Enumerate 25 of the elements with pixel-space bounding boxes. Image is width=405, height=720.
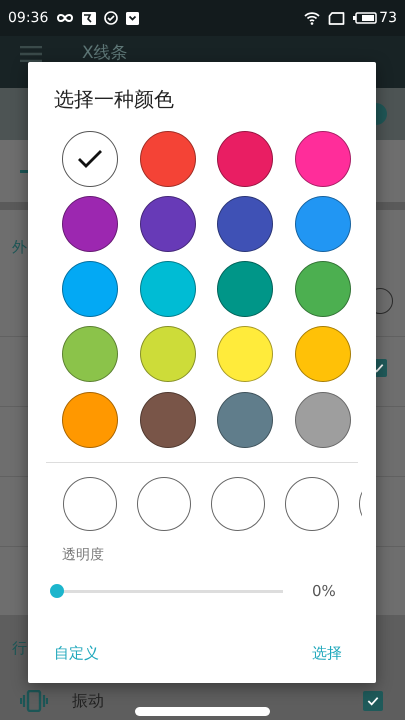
screen-icon bbox=[328, 12, 346, 24]
infinity-icon bbox=[56, 13, 74, 23]
opacity-value: 0% bbox=[312, 582, 336, 600]
app-title: X线条 bbox=[82, 43, 128, 63]
dash-icon bbox=[20, 170, 28, 172]
empty-color-slot[interactable] bbox=[137, 477, 191, 532]
section-header: 行 bbox=[12, 639, 27, 658]
slider-thumb[interactable] bbox=[50, 584, 64, 598]
battery-icon bbox=[353, 12, 378, 24]
battery-level: 73 bbox=[379, 10, 397, 26]
vibrate-icon bbox=[20, 690, 48, 712]
empty-color-slot[interactable] bbox=[63, 477, 117, 532]
wifi-icon bbox=[304, 12, 320, 24]
empty-color-slot[interactable] bbox=[285, 477, 339, 532]
dialog-title: 选择一种颜色 bbox=[54, 86, 175, 112]
empty-color-slot[interactable] bbox=[211, 477, 265, 532]
checkbox[interactable] bbox=[363, 691, 383, 711]
select-button[interactable]: 选择 bbox=[312, 640, 342, 668]
status-time: 09:36 bbox=[8, 10, 48, 26]
section-header: 外 bbox=[12, 238, 27, 257]
custom-button[interactable]: 自定义 bbox=[54, 640, 99, 668]
vibrate-label: 振动 bbox=[72, 690, 105, 712]
check-icon bbox=[77, 148, 104, 169]
check-circle-icon bbox=[104, 11, 118, 25]
opacity-label: 透明度 bbox=[62, 546, 105, 564]
